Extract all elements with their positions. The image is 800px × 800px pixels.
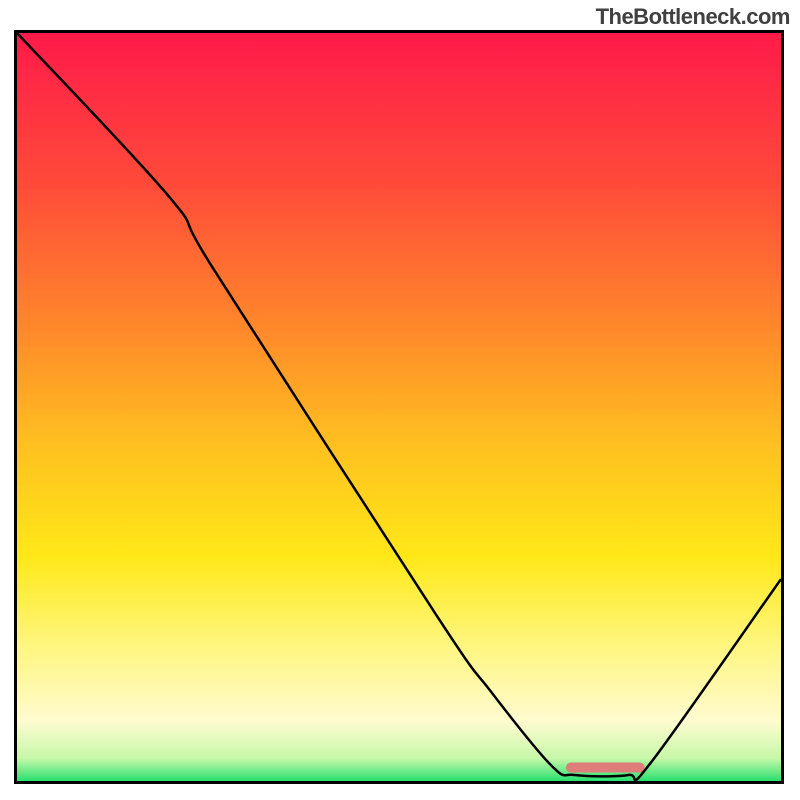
chart-frame [14, 30, 784, 784]
watermark-text: TheBottleneck.com [596, 4, 790, 30]
bottleneck-chart [17, 33, 781, 781]
chart-background [17, 33, 781, 781]
